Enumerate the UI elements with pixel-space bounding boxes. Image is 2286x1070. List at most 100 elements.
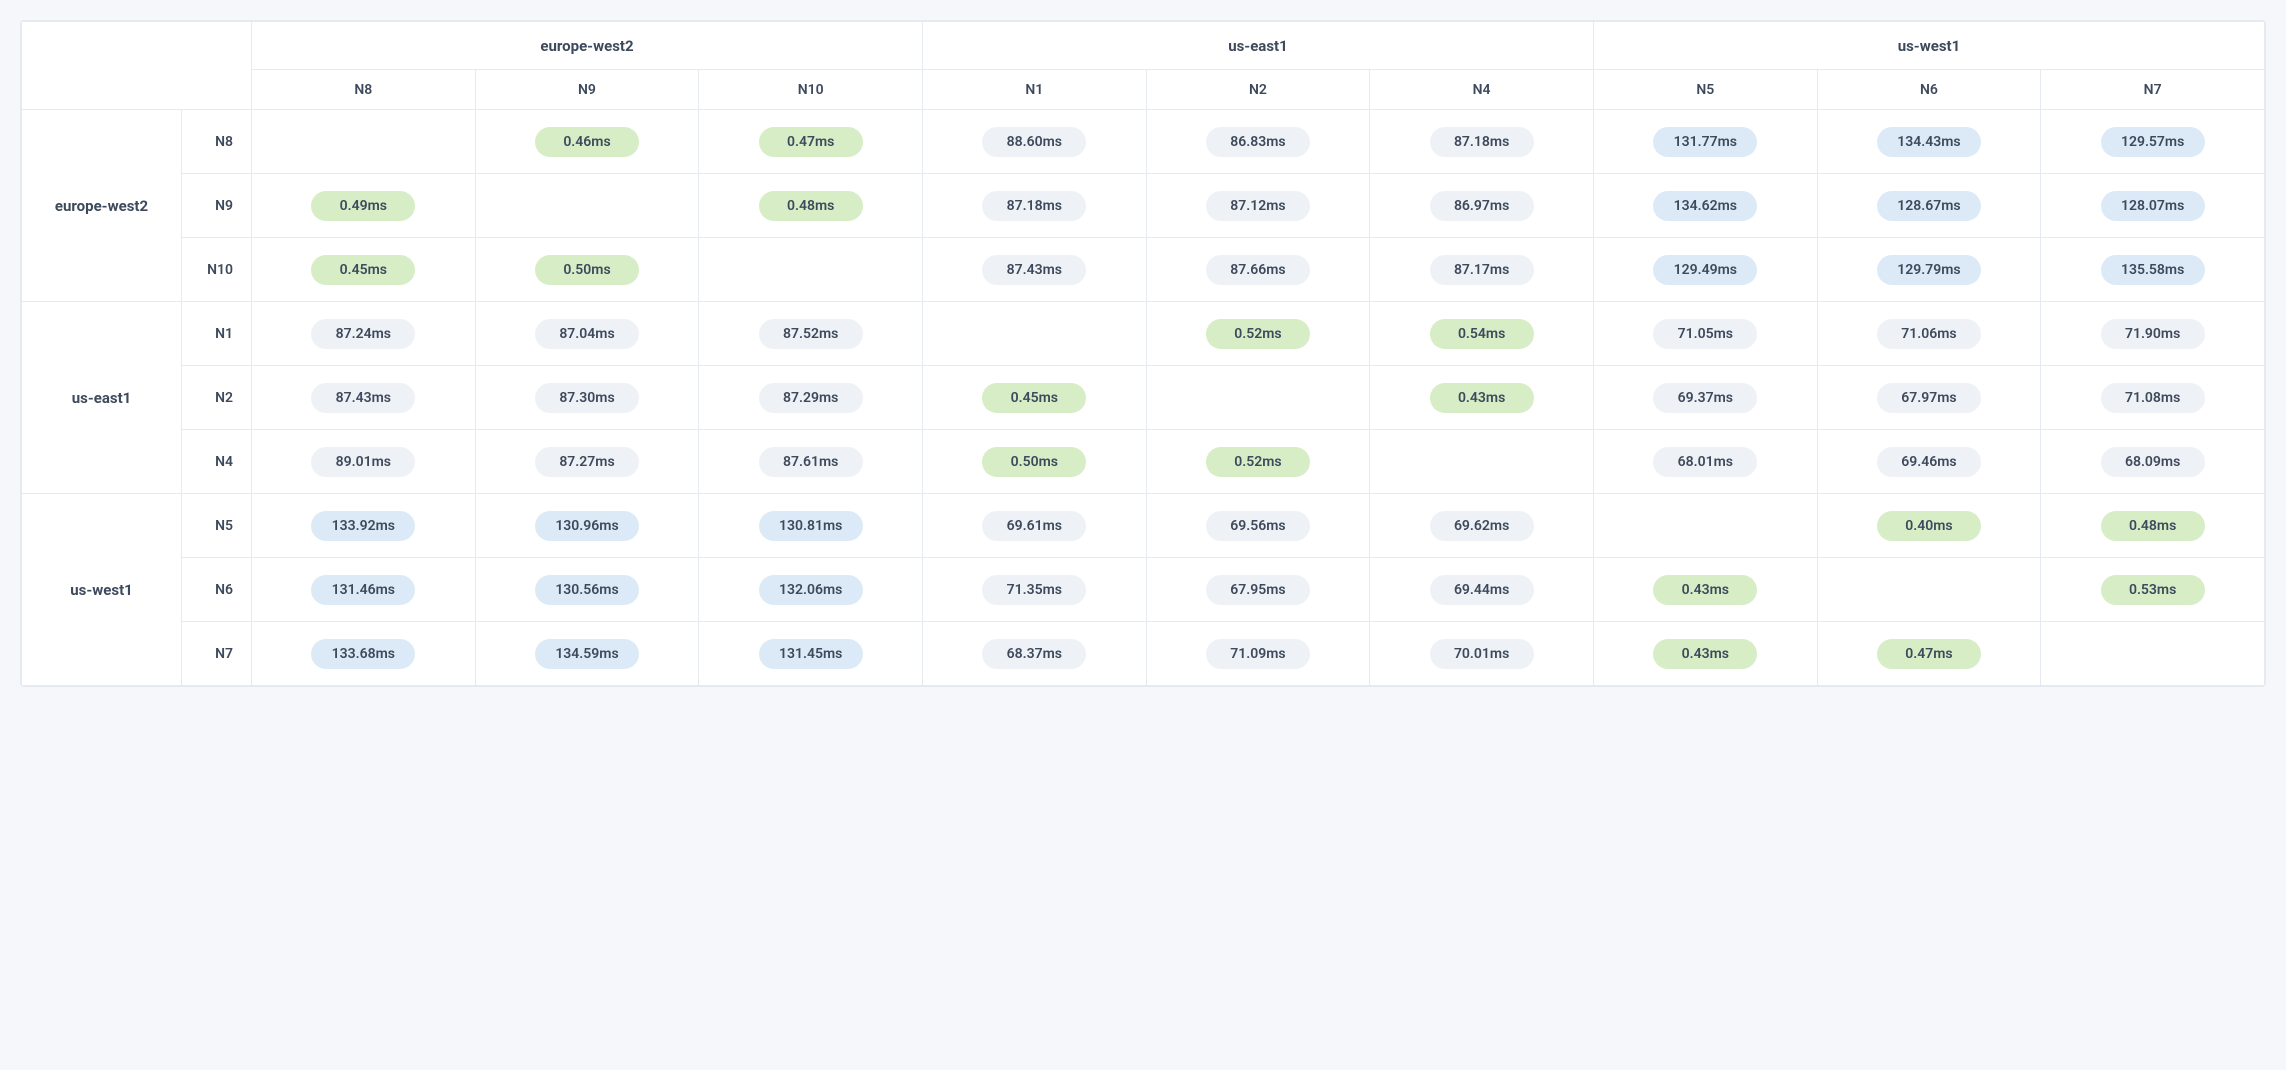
- latency-pill: 67.97ms: [1877, 383, 1981, 413]
- latency-cell: 130.96ms: [475, 494, 699, 558]
- latency-pill: 0.45ms: [311, 255, 415, 285]
- latency-cell: 87.04ms: [475, 302, 699, 366]
- latency-cell: 69.37ms: [1593, 366, 1817, 430]
- latency-cell: [252, 110, 476, 174]
- col-node-header: N2: [1146, 70, 1370, 110]
- latency-cell: 87.27ms: [475, 430, 699, 494]
- table-row: europe-west2N80.46ms0.47ms88.60ms86.83ms…: [22, 110, 2265, 174]
- latency-cell: 0.48ms: [699, 174, 923, 238]
- latency-cell: 87.29ms: [699, 366, 923, 430]
- latency-pill: 69.62ms: [1430, 511, 1534, 541]
- latency-pill: 0.52ms: [1206, 319, 1310, 349]
- latency-cell: 0.43ms: [1593, 558, 1817, 622]
- latency-pill: 129.49ms: [1653, 255, 1757, 285]
- row-node-header: N2: [182, 366, 252, 430]
- latency-cell: [922, 302, 1146, 366]
- latency-cell: 0.50ms: [922, 430, 1146, 494]
- latency-cell: 134.43ms: [1817, 110, 2041, 174]
- latency-pill: 131.45ms: [759, 639, 863, 669]
- latency-cell: 71.08ms: [2041, 366, 2265, 430]
- table-row: N90.49ms0.48ms87.18ms87.12ms86.97ms134.6…: [22, 174, 2265, 238]
- row-node-header: N9: [182, 174, 252, 238]
- latency-cell: 68.09ms: [2041, 430, 2265, 494]
- latency-pill: 131.46ms: [311, 575, 415, 605]
- latency-cell: 86.83ms: [1146, 110, 1370, 174]
- latency-pill: 87.66ms: [1206, 255, 1310, 285]
- table-row: us-west1N5133.92ms130.96ms130.81ms69.61m…: [22, 494, 2265, 558]
- corner-cell: [22, 22, 252, 110]
- latency-pill: 86.97ms: [1430, 191, 1534, 221]
- latency-pill: 0.53ms: [2101, 575, 2205, 605]
- latency-matrix-table: europe-west2 us-east1 us-west1 N8 N9 N10…: [20, 20, 2266, 687]
- latency-cell: 0.52ms: [1146, 430, 1370, 494]
- latency-pill: 0.48ms: [759, 191, 863, 221]
- col-node-header: N8: [252, 70, 476, 110]
- col-node-header: N1: [922, 70, 1146, 110]
- latency-pill: 0.52ms: [1206, 447, 1310, 477]
- row-node-header: N6: [182, 558, 252, 622]
- latency-cell: 87.43ms: [922, 238, 1146, 302]
- latency-pill: 133.68ms: [311, 639, 415, 669]
- latency-cell: 0.40ms: [1817, 494, 2041, 558]
- latency-pill: 87.43ms: [311, 383, 415, 413]
- table-row: N489.01ms87.27ms87.61ms0.50ms0.52ms68.01…: [22, 430, 2265, 494]
- col-node-header: N6: [1817, 70, 2041, 110]
- latency-cell: 68.37ms: [922, 622, 1146, 686]
- latency-table: europe-west2 us-east1 us-west1 N8 N9 N10…: [21, 21, 2265, 686]
- latency-cell: 134.62ms: [1593, 174, 1817, 238]
- latency-cell: 87.17ms: [1370, 238, 1594, 302]
- latency-cell: 67.95ms: [1146, 558, 1370, 622]
- latency-pill: 87.61ms: [759, 447, 863, 477]
- latency-pill: 133.92ms: [311, 511, 415, 541]
- latency-cell: 69.46ms: [1817, 430, 2041, 494]
- col-node-header: N9: [475, 70, 699, 110]
- latency-pill: 86.83ms: [1206, 127, 1310, 157]
- row-node-header: N4: [182, 430, 252, 494]
- latency-cell: 89.01ms: [252, 430, 476, 494]
- latency-cell: 135.58ms: [2041, 238, 2265, 302]
- col-node-header: N4: [1370, 70, 1594, 110]
- latency-cell: 0.47ms: [1817, 622, 2041, 686]
- latency-cell: 69.44ms: [1370, 558, 1594, 622]
- latency-pill: 71.35ms: [982, 575, 1086, 605]
- latency-pill: 0.43ms: [1430, 383, 1534, 413]
- latency-cell: 0.43ms: [1370, 366, 1594, 430]
- latency-cell: 0.46ms: [475, 110, 699, 174]
- latency-pill: 68.09ms: [2101, 447, 2205, 477]
- latency-cell: 131.45ms: [699, 622, 923, 686]
- latency-pill: 130.81ms: [759, 511, 863, 541]
- latency-cell: 133.68ms: [252, 622, 476, 686]
- latency-pill: 128.67ms: [1877, 191, 1981, 221]
- latency-pill: 0.49ms: [311, 191, 415, 221]
- latency-cell: 133.92ms: [252, 494, 476, 558]
- latency-cell: [1593, 494, 1817, 558]
- latency-pill: 87.30ms: [535, 383, 639, 413]
- row-node-header: N10: [182, 238, 252, 302]
- latency-pill: 129.79ms: [1877, 255, 1981, 285]
- latency-pill: 71.09ms: [1206, 639, 1310, 669]
- latency-pill: 0.45ms: [982, 383, 1086, 413]
- latency-pill: 69.46ms: [1877, 447, 1981, 477]
- latency-cell: 0.49ms: [252, 174, 476, 238]
- latency-pill: 68.37ms: [982, 639, 1086, 669]
- row-node-header: N5: [182, 494, 252, 558]
- latency-pill: 71.08ms: [2101, 383, 2205, 413]
- col-region-header: europe-west2: [252, 22, 923, 70]
- latency-cell: 130.56ms: [475, 558, 699, 622]
- latency-pill: 0.43ms: [1653, 639, 1757, 669]
- latency-pill: 87.18ms: [1430, 127, 1534, 157]
- latency-pill: 0.54ms: [1430, 319, 1534, 349]
- table-head: europe-west2 us-east1 us-west1 N8 N9 N10…: [22, 22, 2265, 110]
- latency-pill: 69.44ms: [1430, 575, 1534, 605]
- latency-pill: 87.18ms: [982, 191, 1086, 221]
- latency-cell: 69.61ms: [922, 494, 1146, 558]
- latency-cell: 69.56ms: [1146, 494, 1370, 558]
- row-node-header: N8: [182, 110, 252, 174]
- latency-cell: 87.66ms: [1146, 238, 1370, 302]
- latency-cell: 87.18ms: [1370, 110, 1594, 174]
- table-row: N6131.46ms130.56ms132.06ms71.35ms67.95ms…: [22, 558, 2265, 622]
- latency-cell: 130.81ms: [699, 494, 923, 558]
- col-node-header: N10: [699, 70, 923, 110]
- latency-cell: 131.46ms: [252, 558, 476, 622]
- latency-pill: 87.24ms: [311, 319, 415, 349]
